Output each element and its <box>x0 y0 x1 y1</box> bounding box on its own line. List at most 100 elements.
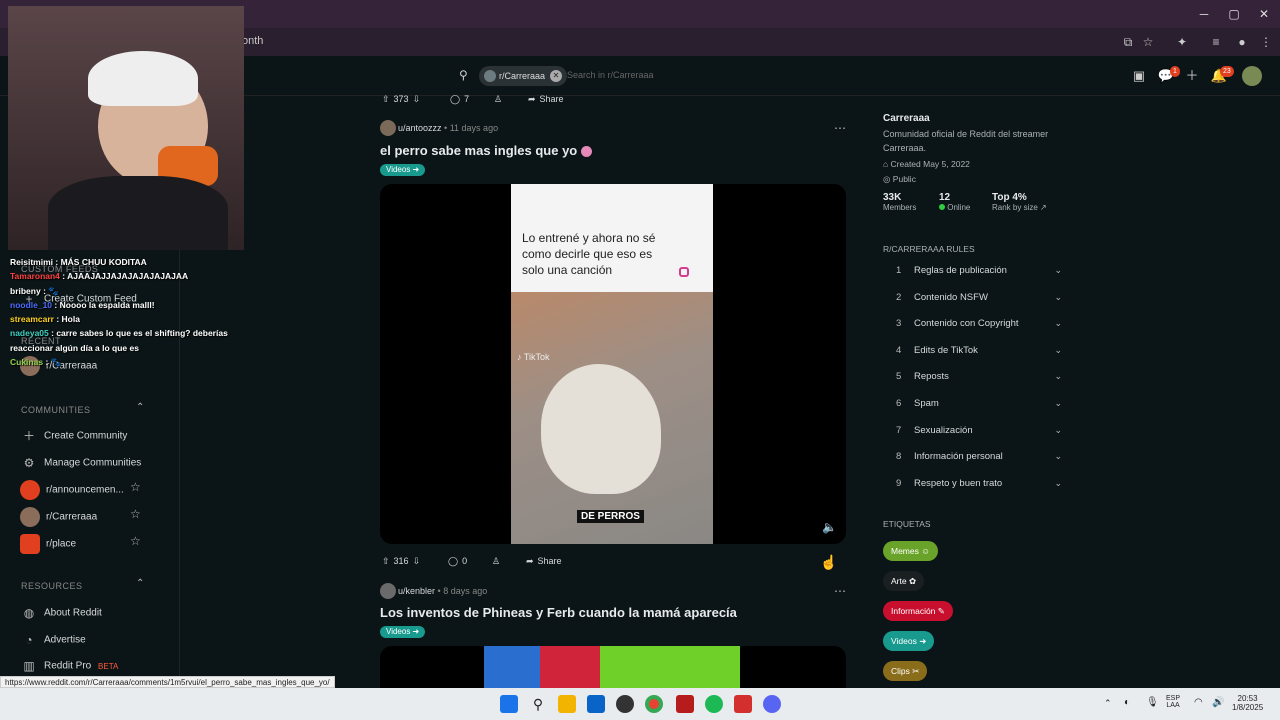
upvote-icon[interactable]: ⇧ <box>382 556 390 566</box>
reading-list-icon[interactable]: ≡ <box>1208 34 1224 50</box>
rule-item[interactable]: 5 Reposts ⌄ <box>896 371 1062 382</box>
rule-item[interactable]: 8 Información personal ⌄ <box>896 451 1062 462</box>
star-icon[interactable]: ☆ <box>130 534 141 548</box>
game-icon[interactable] <box>676 695 694 713</box>
tiktok-watermark: ♪ TikTok <box>517 352 550 362</box>
video-player[interactable]: Lo entrené y ahora no sé como decirle qu… <box>380 184 846 544</box>
maximize-icon[interactable]: ▢ <box>1226 6 1242 22</box>
stat-rank[interactable]: Top 4% Rank by size ↗ <box>992 192 1047 212</box>
search-icon[interactable]: ⚲ <box>529 695 547 713</box>
close-icon[interactable]: ✕ <box>1256 6 1272 22</box>
obs-icon[interactable] <box>616 695 634 713</box>
comments-button[interactable]: ◯ 0 <box>448 550 471 572</box>
user-avatar[interactable] <box>1242 66 1262 86</box>
more-options-icon[interactable]: ⋯ <box>834 121 846 135</box>
sidebar-item-announcements[interactable]: r/announcemen... <box>20 480 124 500</box>
about-reddit-link[interactable]: ◍ About Reddit <box>20 604 102 622</box>
app-icon[interactable] <box>734 695 752 713</box>
rule-item[interactable]: 2 Contenido NSFW ⌄ <box>896 292 1062 303</box>
wifi-icon[interactable]: ◠ <box>1194 697 1203 708</box>
file-explorer-icon[interactable] <box>558 695 576 713</box>
sidebar-item-place[interactable]: r/place <box>20 534 76 554</box>
external-link-icon: ↗ <box>1040 203 1047 212</box>
chevron-up-icon[interactable]: ⌃ <box>136 578 144 589</box>
reddit-pro-link[interactable]: ▥ Reddit Pro BETA <box>20 657 118 675</box>
tag-arte[interactable]: Arte ✿ <box>883 571 925 591</box>
rule-item[interactable]: 7 Sexualización ⌄ <box>896 425 1062 436</box>
advertise-link[interactable]: ◔ Advertise <box>20 631 85 649</box>
communities-heading[interactable]: COMMUNITIES <box>21 405 91 415</box>
chevron-down-icon: ⌄ <box>1054 425 1062 435</box>
tray-chevron-icon[interactable]: ⌃ <box>1104 698 1112 709</box>
sidebar-item-carreraaa[interactable]: r/Carreraaa <box>20 507 97 527</box>
comment-count: 0 <box>462 556 468 566</box>
rule-label: Respeto y buen trato <box>914 478 1003 489</box>
post-time: 8 days ago <box>443 586 488 596</box>
rule-item[interactable]: 6 Spam ⌄ <box>896 398 1062 409</box>
start-icon[interactable] <box>500 695 518 713</box>
rule-item[interactable]: 3 Contenido con Copyright ⌄ <box>896 318 1062 329</box>
profile-icon[interactable]: ● <box>1234 34 1250 50</box>
vote-group[interactable]: ⇧ 373 ⇩ <box>382 88 424 110</box>
video-player[interactable] <box>380 646 846 688</box>
downvote-icon[interactable]: ⇩ <box>413 556 421 566</box>
rule-item[interactable]: 4 Edits de TikTok ⌄ <box>896 345 1062 356</box>
spotify-icon[interactable] <box>705 695 723 713</box>
reddit-pro-label: Reddit Pro <box>44 660 92 672</box>
more-options-icon[interactable]: ⋯ <box>834 584 846 598</box>
rule-item[interactable]: 9 Respeto y buen trato ⌄ <box>896 478 1062 489</box>
post-author[interactable]: u/kenbler <box>398 586 435 596</box>
share-button[interactable]: ➦ Share <box>528 88 568 110</box>
bookmark-star-icon[interactable]: ☆ <box>1140 34 1156 50</box>
tag-videos[interactable]: Videos ➜ <box>883 631 935 651</box>
outlook-icon[interactable] <box>587 695 605 713</box>
advertise-icon[interactable]: ▣ <box>1130 67 1148 85</box>
star-icon[interactable]: ☆ <box>130 507 141 521</box>
tray-app-icon[interactable]: ◐ <box>1124 697 1130 708</box>
post-flair[interactable]: Videos ➜ <box>380 164 426 176</box>
rule-item[interactable]: 1 Reglas de publicación ⌄ <box>896 265 1062 276</box>
tag-memes[interactable]: Memes ☺ <box>883 541 938 561</box>
discord-icon[interactable] <box>763 695 781 713</box>
search-chip[interactable]: r/Carreraaa ✕ <box>479 66 568 86</box>
manage-communities-link[interactable]: ⚙ Manage Communities <box>20 454 142 472</box>
tag-clips[interactable]: Clips ✂ <box>883 661 928 681</box>
star-icon[interactable]: ☆ <box>130 480 141 494</box>
search-bar[interactable]: ⚲ r/Carreraaa ✕ Search in r/Carreraaa <box>455 64 785 90</box>
author-avatar[interactable] <box>380 120 396 136</box>
author-avatar[interactable] <box>380 583 396 599</box>
chat-message: Reisitmimi : MÁS CHUU KODITAA <box>10 257 147 267</box>
search-input[interactable]: Search in r/Carreraaa <box>567 70 654 80</box>
tag-informacion[interactable]: Información ✎ <box>883 601 953 621</box>
volume-icon[interactable]: 🔊 <box>1212 697 1224 708</box>
create-post-icon[interactable]: ＋ <box>1183 67 1201 85</box>
create-community-link[interactable]: ＋ Create Community <box>20 427 127 445</box>
vote-group[interactable]: ⇧ 316 ⇩ <box>382 550 424 572</box>
post-title[interactable]: el perro sabe mas ingles que yo <box>380 143 592 158</box>
post-flair[interactable]: Videos ➜ <box>380 626 426 638</box>
downvote-icon[interactable]: ⇩ <box>413 94 421 104</box>
minimize-icon[interactable]: ─ <box>1196 6 1212 22</box>
award-icon[interactable]: ♙ <box>494 88 502 110</box>
extensions-icon[interactable]: ✦ <box>1174 34 1190 50</box>
rule-number: 9 <box>896 478 902 489</box>
address-url[interactable]: onth <box>242 35 263 47</box>
award-icon[interactable]: ♙ <box>492 550 500 572</box>
resources-heading[interactable]: RESOURCES <box>21 581 83 591</box>
menu-icon[interactable]: ⋮ <box>1258 34 1274 50</box>
install-app-icon[interactable]: ⧉ <box>1120 34 1136 50</box>
volume-icon[interactable]: 🔈 <box>822 520 837 534</box>
rule-label: Sexualización <box>914 425 973 436</box>
post-author[interactable]: u/antoozzz <box>398 123 442 133</box>
language-indicator[interactable]: ESP LAA <box>1166 695 1180 709</box>
share-button[interactable]: ➦ Share <box>526 550 566 572</box>
upvote-icon[interactable]: ⇧ <box>382 94 390 104</box>
clock[interactable]: 20:53 1/8/2025 <box>1232 694 1263 712</box>
clear-chip-icon[interactable]: ✕ <box>550 70 563 82</box>
mic-icon[interactable]: 🎙 <box>1146 697 1159 708</box>
comments-button[interactable]: ◯ 7 <box>450 88 473 110</box>
chevron-up-icon[interactable]: ⌃ <box>136 402 144 413</box>
post-title[interactable]: Los inventos de Phineas y Ferb cuando la… <box>380 605 737 620</box>
chrome-icon[interactable] <box>645 695 663 713</box>
language-label: ESP <box>1166 695 1181 702</box>
